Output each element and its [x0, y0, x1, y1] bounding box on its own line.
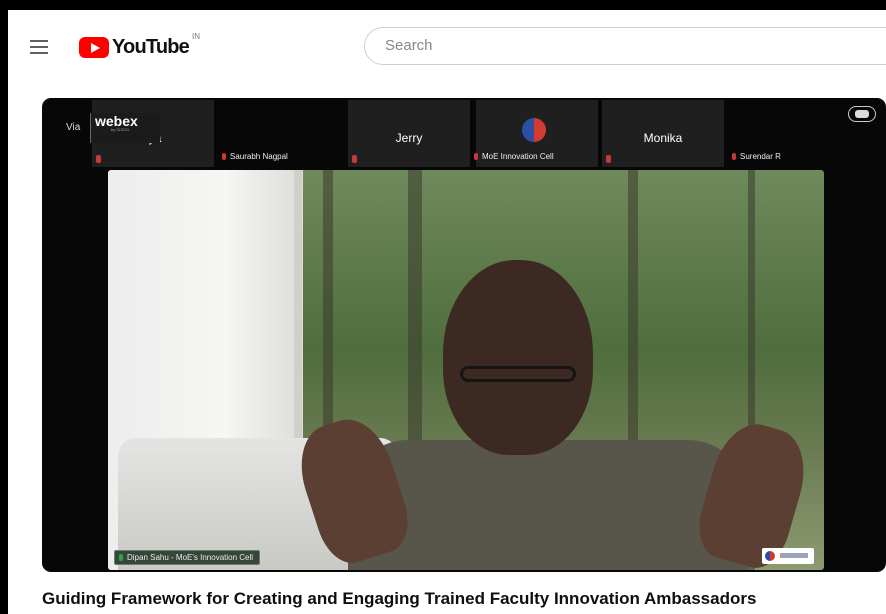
speaker-video-feed: Dipan Sahu - MoE's Innovation Cell — [108, 170, 824, 570]
logo-text: YouTube — [112, 36, 190, 58]
participant-label: Saurabh Nagpal — [222, 152, 288, 161]
via-label: Via — [66, 122, 81, 133]
youtube-page: YouTube IN Search lasariya Saurabh Nagpa… — [8, 10, 886, 614]
mic-active-icon — [119, 554, 123, 562]
participant-tile: Monika — [602, 100, 724, 167]
speaker-body — [348, 440, 748, 570]
youtube-logo[interactable]: YouTube IN — [79, 32, 200, 59]
active-speaker-label: Dipan Sahu - MoE's Innovation Cell — [114, 550, 261, 565]
webex-logo: webex by CISCO — [90, 113, 160, 143]
youtube-play-icon — [79, 37, 109, 58]
mic-muted-icon — [606, 155, 611, 163]
hamburger-menu-icon[interactable] — [30, 40, 48, 54]
participant-label: MoE Innovation Cell — [474, 152, 554, 161]
mic-muted-icon — [222, 153, 226, 161]
video-title: Guiding Framework for Creating and Engag… — [42, 589, 757, 608]
speaker-hand — [690, 415, 816, 570]
speaker-glasses — [460, 366, 576, 382]
country-code: IN — [191, 32, 200, 41]
layout-toggle-icon[interactable] — [848, 106, 876, 122]
mic-muted-icon — [352, 155, 357, 163]
participant-label: Surendar R — [732, 152, 781, 161]
moe-innovation-cell-logo — [762, 548, 814, 564]
search-input[interactable]: Search — [364, 27, 886, 65]
speaker-head — [443, 260, 593, 455]
mic-muted-icon — [96, 155, 101, 163]
participant-tile: Jerry — [348, 100, 470, 167]
video-player[interactable]: lasariya Saurabh Nagpal Jerry MoE Innova… — [42, 98, 886, 572]
mic-muted-icon — [474, 153, 478, 161]
mic-muted-icon — [732, 153, 736, 161]
moe-innovation-logo-icon — [522, 118, 546, 142]
